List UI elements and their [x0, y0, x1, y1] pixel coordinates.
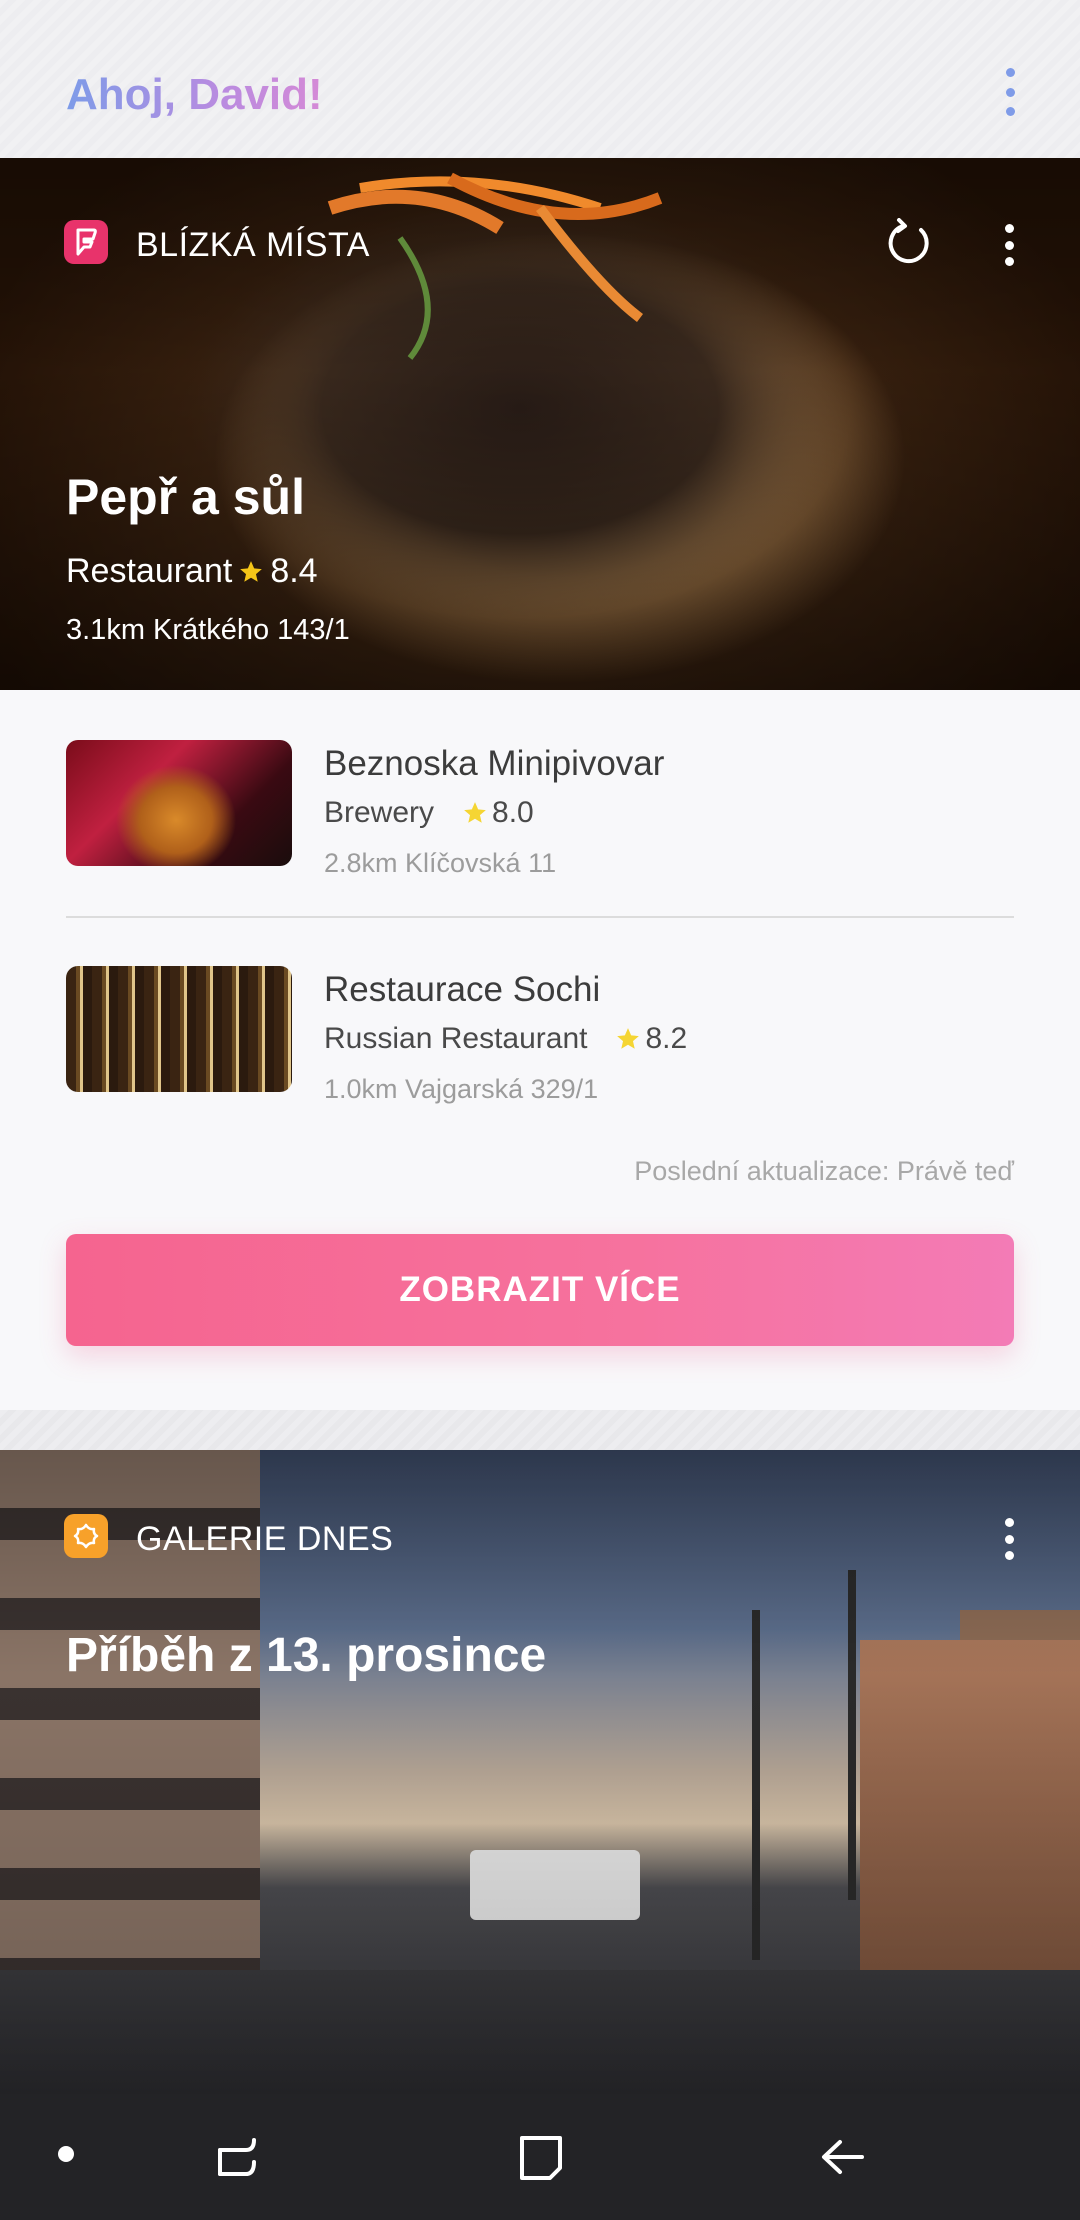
home-icon[interactable] — [514, 2130, 568, 2184]
place-address: 3.1km Krátkého 143/1 — [66, 614, 350, 646]
card-title: GALERIE DNES — [136, 1520, 394, 1558]
last-update-text: Poslední aktualizace: Právě teď — [634, 1156, 1014, 1186]
place-name: Beznoska Minipivovar — [324, 744, 665, 783]
featured-place[interactable]: BLÍZKÁ MÍSTA Pepř a sůl Restaurant 8.4 3… — [0, 158, 1080, 690]
gallery-card[interactable]: GALERIE DNES Příběh z 13. prosince — [0, 1450, 1080, 2094]
card-menu-icon[interactable] — [994, 224, 1024, 266]
navigation-bar — [0, 2094, 1080, 2220]
place-address: 1.0km Vajgarská 329/1 — [324, 1074, 599, 1104]
star-icon — [240, 560, 263, 582]
star-icon — [464, 802, 486, 823]
overflow-menu-icon[interactable] — [995, 68, 1025, 116]
divider — [66, 916, 1014, 918]
place-name: Pepř a sůl — [66, 469, 305, 525]
place-category: Russian Restaurant — [324, 1022, 588, 1055]
place-thumbnail — [66, 966, 292, 1092]
place-rating: 8.0 — [492, 796, 534, 829]
foursquare-icon — [64, 220, 108, 264]
list-item[interactable]: Beznoska Minipivovar Brewery 8.0 2.8km K… — [66, 740, 1014, 878]
card-title: BLÍZKÁ MÍSTA — [136, 226, 370, 264]
recent-apps-icon[interactable] — [212, 2130, 266, 2184]
place-thumbnail — [66, 740, 292, 866]
place-rating: 8.4 — [270, 552, 318, 590]
nav-dot-icon[interactable] — [58, 2146, 74, 2162]
star-icon — [617, 1028, 640, 1049]
nearby-places-card: BLÍZKÁ MÍSTA Pepř a sůl Restaurant 8.4 3… — [0, 158, 1080, 1410]
place-rating: 8.2 — [645, 1022, 688, 1055]
story-title: Příběh z 13. prosince — [66, 1629, 547, 1682]
card-separator — [0, 1410, 1080, 1450]
back-icon[interactable] — [816, 2130, 870, 2184]
place-category-rating: Restaurant 8.4 — [66, 552, 318, 591]
place-address: 2.8km Klíčovská 11 — [324, 848, 557, 878]
list-item[interactable]: Restaurace Sochi Russian Restaurant 8.2 … — [66, 966, 1014, 1104]
place-name: Restaurace Sochi — [324, 970, 601, 1009]
refresh-icon[interactable] — [883, 218, 933, 268]
show-more-button[interactable]: ZOBRAZIT VÍCE — [66, 1234, 1014, 1346]
place-category-rating: Russian Restaurant 8.2 — [324, 1022, 687, 1056]
greeting-text: Ahoj, David! — [66, 70, 323, 119]
place-category: Brewery — [324, 796, 435, 829]
place-category: Restaurant — [66, 552, 233, 590]
card-menu-icon[interactable] — [994, 1518, 1024, 1560]
gallery-app-icon — [64, 1514, 108, 1558]
place-category-rating: Brewery 8.0 — [324, 796, 534, 830]
top-bar: Ahoj, David! — [0, 0, 1080, 158]
